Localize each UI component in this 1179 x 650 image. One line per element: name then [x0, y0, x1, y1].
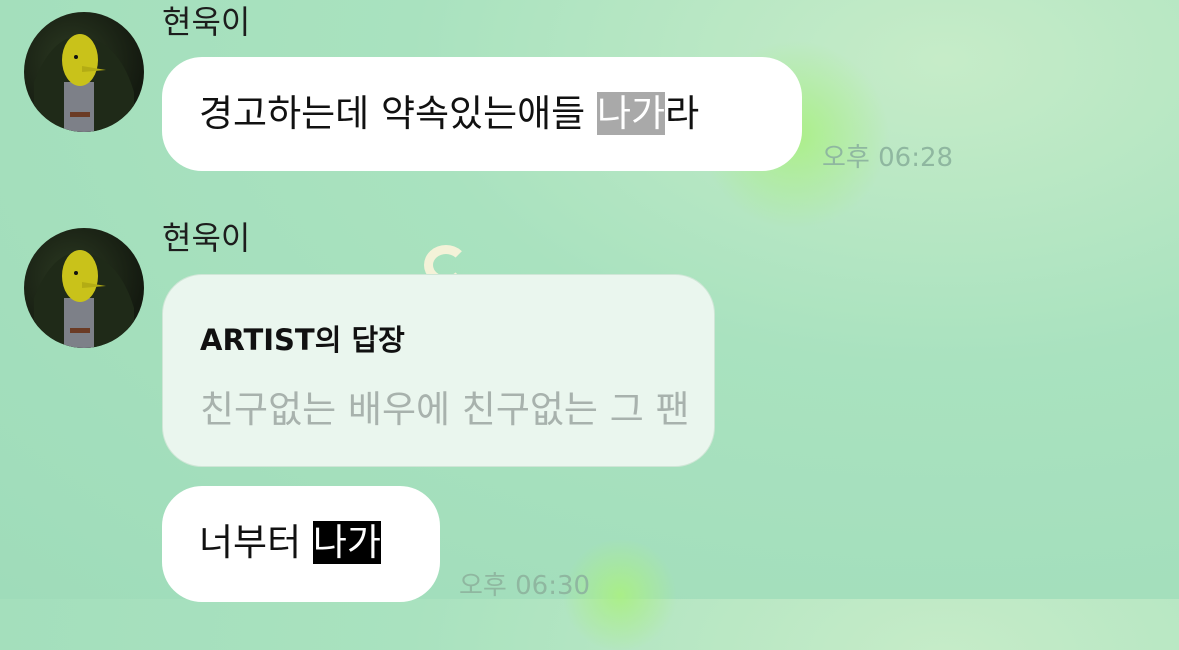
avatar-image: [34, 250, 134, 348]
avatar[interactable]: [24, 12, 144, 132]
reply-bubble[interactable]: ARTIST의 답장 친구없는 배우에 친구없는 그 팬: [162, 274, 715, 467]
highlighted-text: 나가: [312, 521, 381, 564]
sender-name: 현욱이: [162, 219, 251, 257]
reply-quoted-text: 친구없는 배우에 친구없는 그 팬: [200, 388, 690, 431]
timestamp: 오후 06:28: [822, 143, 954, 173]
highlighted-text: 나가: [596, 92, 666, 135]
reply-title: ARTIST의 답장: [200, 323, 405, 357]
message-text: 경고하는데 약속있는애들: [199, 92, 597, 135]
message-text: 너부터: [199, 521, 313, 564]
message-text: 라: [665, 92, 700, 135]
avatar[interactable]: [24, 228, 144, 348]
avatar-image: [34, 34, 134, 132]
message-bubble[interactable]: 경고하는데 약속있는애들 나가라: [162, 57, 802, 171]
message-bubble[interactable]: 너부터 나가: [162, 486, 440, 602]
sender-name: 현욱이: [162, 3, 251, 41]
timestamp: 오후 06:30: [459, 571, 591, 601]
